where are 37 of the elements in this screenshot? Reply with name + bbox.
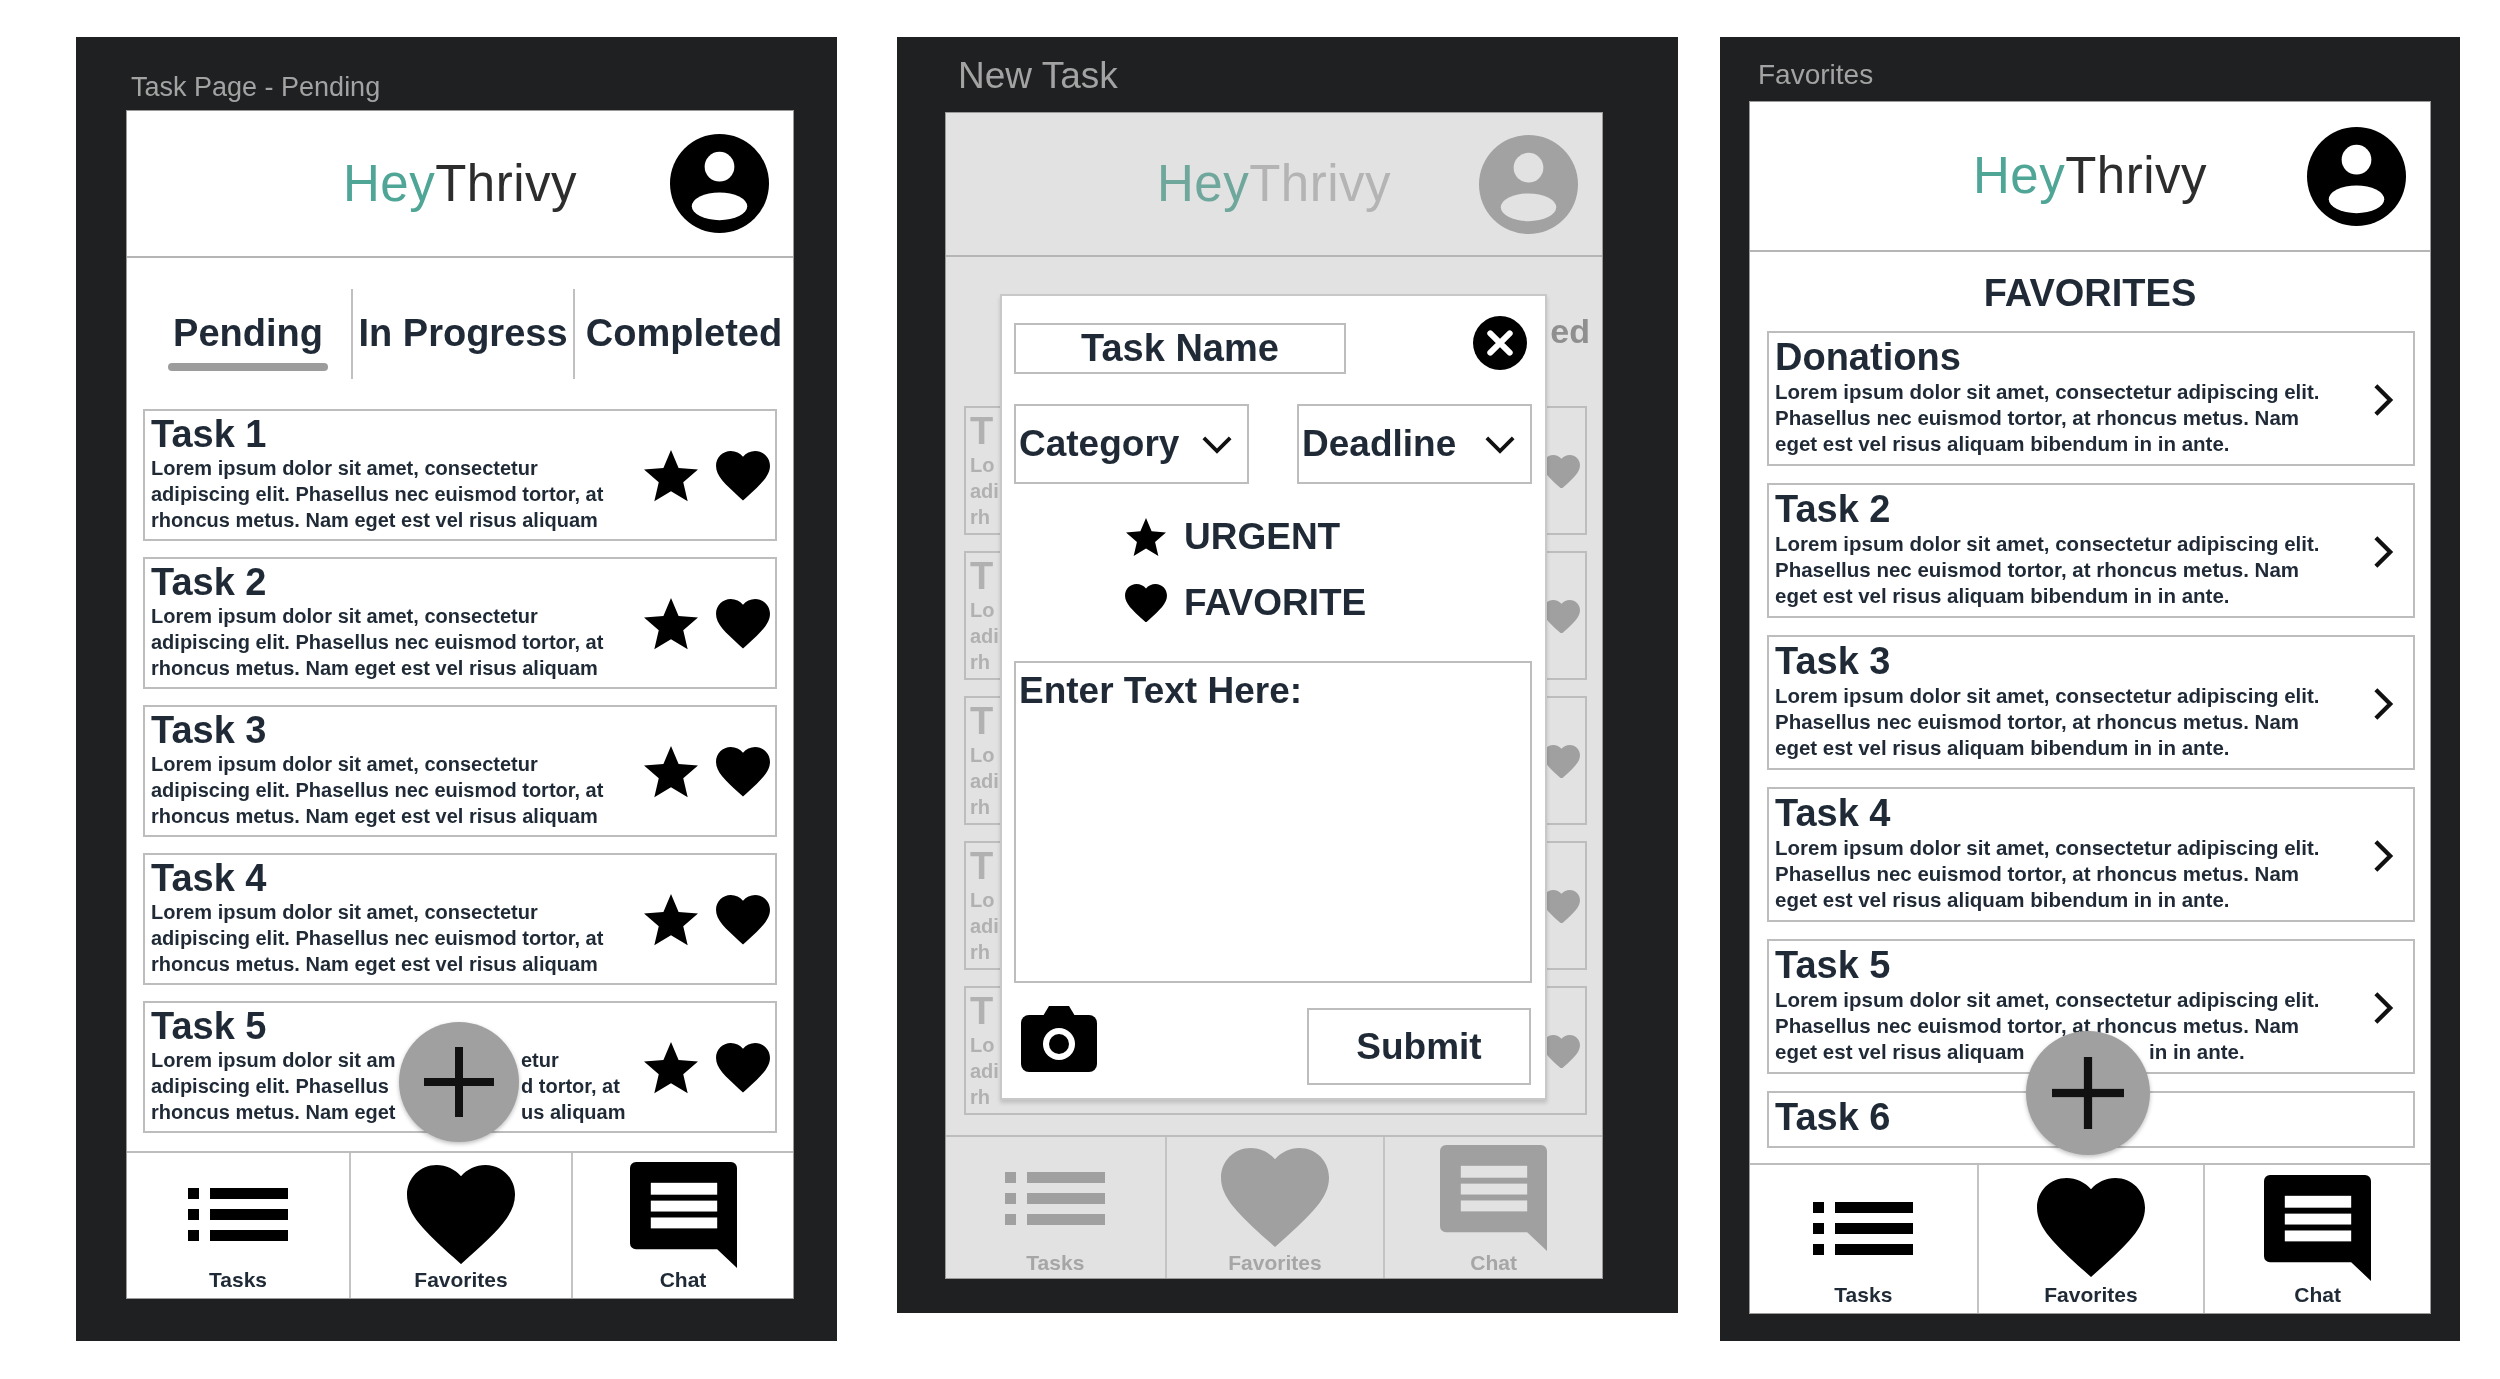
task-description-fragment: Lorem ipsum dolor sit am — [151, 1049, 396, 1071]
task-title: Task 3 — [151, 709, 268, 751]
logo: HeyThrivy — [1156, 154, 1391, 214]
task-description: Lorem ipsum dolor sit amet, consectetur adipiscing elit. Phasellus nec euismod tortor, at rhoncus metus. Nam eget est vel risus aliquam — [151, 456, 604, 533]
task-description-fragment: in in ante. — [2149, 1039, 2245, 1065]
task-description-fragment: eget est vel risus aliquam — [1775, 1040, 2025, 1063]
task-description-line: Lorem ipsum dolor sit amet, consectetur adipiscing elit. — [1775, 987, 2320, 1013]
task-description: Lorem ipsum dolor sit amet, consectetur adipiscing elit. Phasellus nec euismod tortor, at rhoncus metus. Nam eget est vel risus aliquam bibendum in in ante. — [1775, 379, 2320, 457]
task-description: Lorem ipsum dolor sit amet, consectetur adipiscing elit. Phasellus nec euismod tortor, at rhoncus metus. Nam eget est vel risus aliquam bibendum in in ante. — [1775, 531, 2320, 609]
task-title: Task 3 — [1775, 639, 1892, 683]
task-description-fragment: d tortor, at — [521, 1074, 620, 1099]
task-description-fragment: rhoncus metus. Nam eget — [151, 1101, 396, 1123]
task-title: Task 2 — [151, 561, 268, 603]
task-description: Lorem ipsum dolor sit amet, consectetur adipiscing elit. Phasellus nec euismod tortor, at rhoncus metus. Nam eget est vel risus aliquam bibendum in in ante. — [1775, 683, 2320, 761]
task-description: Lorem ipsum dolor sit amet, consectetur adipiscing elit. Phasellus nec euismod tortor, at rhoncus metus. Nam eget est vel risus aliquam bibendum in in ante. — [1775, 835, 2320, 913]
task-title: Task 1 — [151, 413, 268, 455]
task-description-fragment: us aliquam — [521, 1100, 626, 1125]
task-title: Task 5 — [151, 1005, 268, 1047]
frame-title: Task Page - Pending — [130, 71, 382, 103]
task-description: Lorem ipsum dolor sit amet, consectetur adipiscing elit. Phasellus nec euismod tortor, at rhoncus metus. Nam eget est vel risus aliquam — [151, 752, 604, 829]
task-title: Donations — [1775, 335, 1962, 379]
task-description: Lorem ipsum dolor sit amet, consectetur adipiscing elit. Phasellus nec euismod tortor, at rhoncus metus. Nam eget est vel risus aliquam — [151, 900, 604, 977]
logo: HeyThrivy — [342, 153, 577, 214]
flag-label: URGENT — [1184, 515, 1341, 559]
task-title: Task 5 — [1775, 943, 1892, 987]
task-title: Task 6 — [1775, 1095, 1891, 1139]
page-heading: FAVORITES — [1983, 272, 2197, 314]
frame-title: New Task — [957, 54, 1119, 92]
flag-label: FAVORITE — [1184, 581, 1367, 625]
task-description: Lorem ipsum dolor sit amet, consectetur adipiscing elit. Phasellus nec euismod tortor, at rhoncus metus. Nam eget est vel risus aliquam — [151, 604, 604, 681]
task-title: Task 4 — [151, 857, 268, 899]
logo: HeyThrivy — [1972, 146, 2207, 206]
task-title: Task 4 — [1775, 791, 1892, 835]
task-description-fragment: etur — [521, 1048, 559, 1073]
task-description-fragment: adipiscing elit. Phasellus — [151, 1075, 389, 1097]
frame-title: Favorites — [1757, 58, 1875, 91]
task-title: Task 2 — [1775, 487, 1892, 531]
